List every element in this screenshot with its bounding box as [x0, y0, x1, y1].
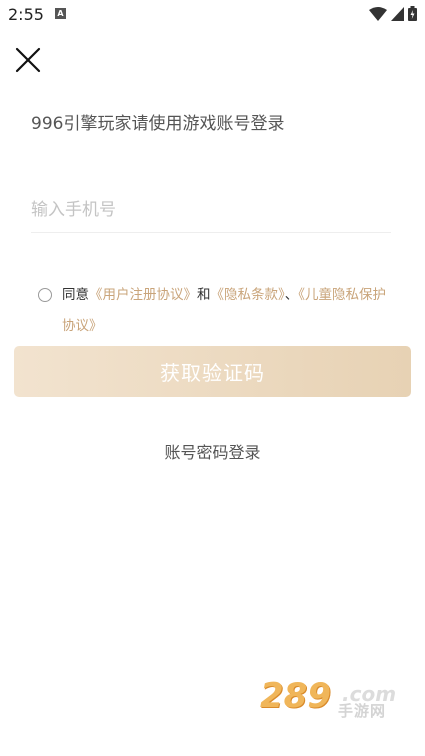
status-time: 2:55: [8, 5, 44, 24]
watermark-number: 289: [260, 676, 331, 716]
password-login-link[interactable]: 账号密码登录: [0, 439, 425, 463]
cell-signal-icon: [391, 6, 404, 21]
battery-icon: [408, 6, 417, 21]
agreement-and: 和: [197, 287, 211, 303]
site-watermark: 289 .com 手游网: [260, 676, 410, 722]
close-icon: [15, 47, 41, 73]
close-button[interactable]: [12, 44, 44, 76]
agreement-prefix: 同意: [62, 287, 89, 303]
status-bar: 2:55 A: [0, 0, 425, 30]
watermark-chinese: 手游网: [338, 702, 387, 720]
agreement-text: 同意《用户注册协议》和《隐私条款》、《儿童隐私保护协议》: [62, 280, 398, 342]
notification-icon: A: [55, 8, 66, 19]
page-title: 996引擎玩家请使用游戏账号登录: [31, 114, 285, 134]
phone-input[interactable]: [31, 188, 391, 233]
status-icons: [369, 6, 417, 21]
agreement-separator: 、: [284, 287, 299, 303]
wifi-icon: [369, 6, 387, 21]
user-agreement-link[interactable]: 《用户注册协议》: [89, 287, 197, 303]
login-screen: 2:55 A 996引擎玩家请使用游戏账号登录 同意《用户注册协议》和《隐私条款…: [0, 0, 425, 756]
agreement-checkbox[interactable]: [38, 288, 52, 302]
get-code-button[interactable]: 获取验证码: [14, 346, 411, 397]
privacy-link[interactable]: 《隐私条款》: [211, 287, 285, 303]
